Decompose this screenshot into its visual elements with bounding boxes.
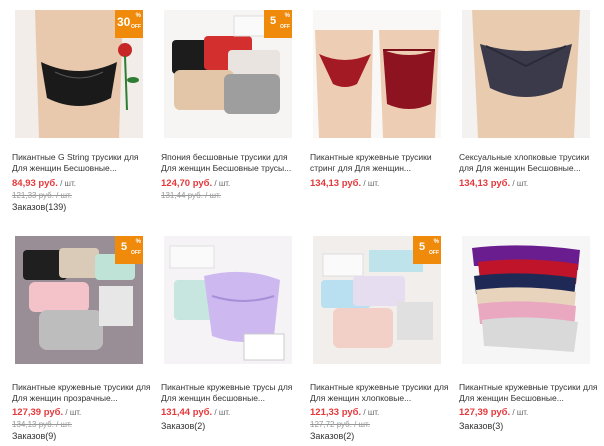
product-title[interactable]: Пикантные кружевные трусики стринг для Д… [310,152,450,174]
old-price: 131,44 руб. / шт. [161,191,222,200]
price-unit: / шт. [510,179,529,188]
price-row: 84,93 руб. / шт. [12,178,76,189]
price: 134,13 руб. [310,178,362,189]
percent-sign: % [284,13,290,19]
price: 127,39 руб. [459,407,511,418]
discount-badge: 30 % OFF [115,10,143,38]
product-image[interactable]: 30 % OFF [15,10,143,138]
price-unit: / шт. [361,179,380,188]
price: 134,13 руб. [459,178,511,189]
price-row: 134,13 руб. / шт. [310,178,379,189]
off-label: OFF [429,250,439,256]
price-unit: / шт. [361,408,380,417]
percent-sign: % [433,239,439,245]
product-image[interactable] [164,236,292,364]
price-unit: / шт. [57,179,76,188]
price-row: 124,70 руб. / шт. [161,178,230,189]
price: 127,39 руб. [12,407,64,418]
product-image[interactable] [462,236,590,364]
discount-badge: 5 % OFF [413,236,441,264]
discount-number: 5 [121,241,128,253]
percent-sign: % [135,13,141,19]
discount-number: 5 [270,15,277,27]
price-unit: / шт. [212,179,231,188]
discount-badge: 5 % OFF [264,10,292,38]
discount-number: 5 [419,241,426,253]
product-title[interactable]: Пикантные кружевные трусики для Для женщ… [310,382,450,404]
product-image[interactable] [462,10,590,138]
price-row: 127,39 руб. / шт. [12,407,81,418]
price-unit: / шт. [212,408,231,417]
orders-count[interactable]: Заказов(2) [310,431,354,441]
price-row: 131,44 руб. / шт. [161,407,230,418]
product-title[interactable]: Сексуальные хлопковые трусики для Для же… [459,152,599,174]
product-title[interactable]: Пикантные кружевные трусики для Для женщ… [459,382,599,404]
off-label: OFF [131,24,141,30]
orders-count[interactable]: Заказов(139) [12,202,66,212]
product-title[interactable]: Япония бесшовные трусики для Для женщин … [161,152,301,174]
product-image[interactable]: 5 % OFF [313,236,441,364]
percent-sign: % [135,239,141,245]
product-image[interactable] [313,10,441,138]
price: 131,44 руб. [161,407,213,418]
old-price: 134,13 руб. / шт. [12,420,73,429]
off-label: OFF [280,24,290,30]
product-image[interactable]: 5 % OFF [164,10,292,138]
off-label: OFF [131,250,141,256]
discount-badge: 5 % OFF [115,236,143,264]
product-image[interactable]: 5 % OFF [15,236,143,364]
product-title[interactable]: Пикантные кружевные трусики для Для женщ… [12,382,152,404]
price: 84,93 руб. [12,178,58,189]
price: 121,33 руб. [310,407,362,418]
price: 124,70 руб. [161,178,213,189]
price-row: 121,33 руб. / шт. [310,407,379,418]
old-price: 127,72 руб. / шт. [310,420,371,429]
discount-number: 30 [117,15,131,29]
orders-count[interactable]: Заказов(2) [161,421,205,431]
price-unit: / шт. [510,408,529,417]
price-row: 134,13 руб. / шт. [459,178,528,189]
orders-count[interactable]: Заказов(9) [12,431,56,441]
orders-count[interactable]: Заказов(3) [459,421,503,431]
price-unit: / шт. [63,408,82,417]
price-row: 127,39 руб. / шт. [459,407,528,418]
product-title[interactable]: Пикантные кружевные трусы для Для женщин… [161,382,301,404]
product-title[interactable]: Пикантные G String трусики для Для женщи… [12,152,152,174]
old-price: 121,33 руб. / шт. [12,191,73,200]
